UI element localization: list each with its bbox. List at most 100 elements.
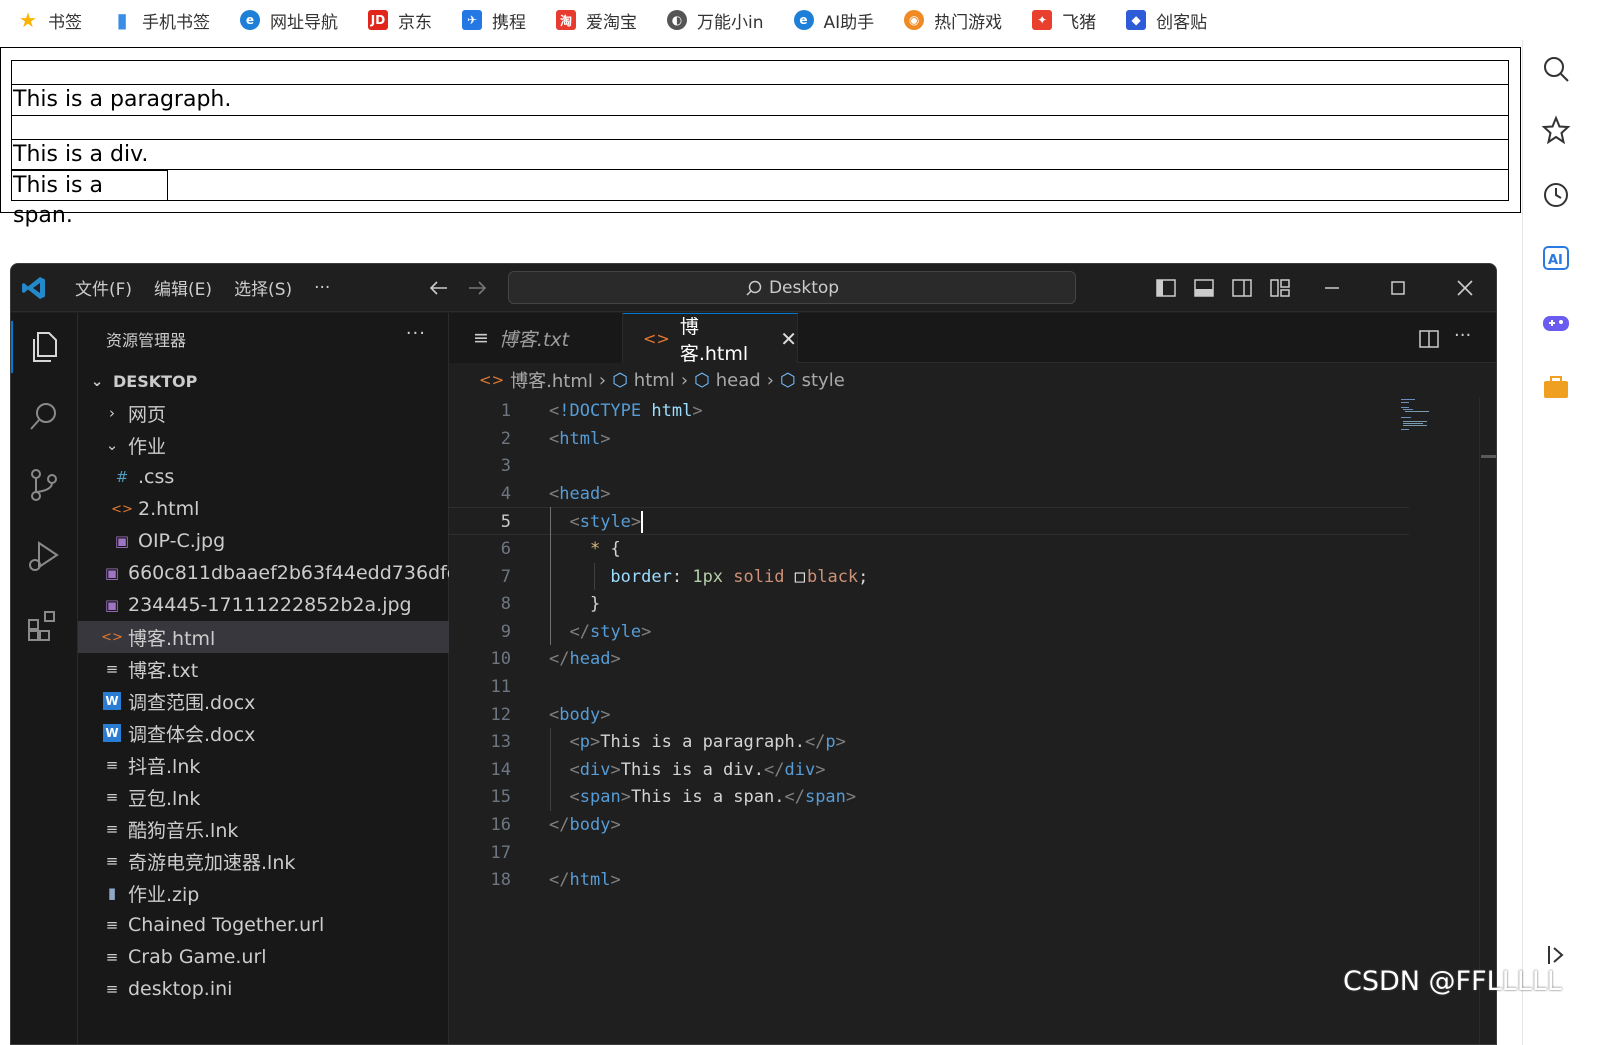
- menu-file[interactable]: 文件(F): [75, 275, 132, 300]
- tree-file[interactable]: ▣ OIP-C.jpg: [78, 525, 449, 557]
- tree-file[interactable]: ≡ Crab Game.url: [78, 941, 449, 973]
- bookmark-item[interactable]: ◆ 创客贴: [1126, 8, 1207, 33]
- tree-folder[interactable]: › 网页: [78, 397, 449, 429]
- search-icon[interactable]: [1541, 54, 1571, 84]
- history-clock-icon[interactable]: [1541, 180, 1571, 210]
- folder-root-desktop[interactable]: ⌄ DESKTOP: [78, 365, 449, 397]
- tree-file[interactable]: ▣ 660c811dbaaef2b63f44edd736dfc46...: [78, 557, 449, 589]
- toggle-panel-icon[interactable]: [1192, 276, 1216, 300]
- forward-arrow-icon[interactable]: [465, 276, 489, 300]
- tree-file[interactable]: W 调查体会.docx: [78, 717, 449, 749]
- word-file-icon: W: [103, 724, 121, 742]
- tree-file[interactable]: W 调查范围.docx: [78, 685, 449, 717]
- menu-selection[interactable]: 选择(S): [234, 275, 292, 300]
- tree-file[interactable]: ▮ 作业.zip: [78, 877, 449, 909]
- code-line: 17: [449, 839, 1409, 867]
- line-number: 4: [500, 483, 511, 504]
- tree-file[interactable]: <> 博客.html: [78, 621, 449, 653]
- search-icon[interactable]: [25, 398, 63, 436]
- menu-more[interactable]: ···: [314, 278, 330, 298]
- command-center-search[interactable]: Desktop: [508, 271, 1076, 304]
- menu-edit[interactable]: 编辑(E): [154, 275, 212, 300]
- code-token: div: [579, 759, 611, 780]
- bookmark-label: 网址导航: [270, 12, 338, 33]
- code-token: >: [845, 787, 857, 808]
- back-arrow-icon[interactable]: [427, 276, 451, 300]
- code-token: </: [804, 732, 826, 753]
- bookmark-item[interactable]: e AI助手: [793, 8, 874, 33]
- tab-blog-txt[interactable]: ≡ 博客.txt: [449, 313, 623, 363]
- extensions-icon[interactable]: [25, 607, 63, 645]
- tree-file[interactable]: ≡ desktop.ini: [78, 973, 449, 1005]
- tree-file[interactable]: ▣ 234445-17111222852b2a.jpg: [78, 589, 449, 621]
- code-token: <: [549, 428, 560, 449]
- source-control-icon[interactable]: [25, 466, 63, 504]
- tree-file[interactable]: ≡ 奇游电竞加速器.lnk: [78, 845, 449, 877]
- explorer-files-icon[interactable]: [25, 328, 63, 366]
- tab-close-icon[interactable]: ✕: [780, 327, 797, 351]
- tree-item-label: 豆包.lnk: [128, 787, 201, 810]
- code-token: <: [549, 401, 560, 421]
- bookmark-item[interactable]: ✈ 携程: [462, 8, 526, 33]
- tree-item-label: 660c811dbaaef2b63f44edd736dfc46...: [128, 562, 449, 584]
- favorites-star-icon[interactable]: [1541, 115, 1571, 145]
- toggle-secondary-sidebar-icon[interactable]: [1230, 276, 1254, 300]
- code-token: :: [671, 566, 693, 587]
- code-token: p: [579, 732, 590, 753]
- tree-item-label: 234445-17111222852b2a.jpg: [128, 594, 412, 616]
- scrollbar-thumb[interactable]: [1481, 455, 1496, 458]
- minimize-icon[interactable]: [1320, 276, 1344, 300]
- tab-label: 博客.txt: [498, 328, 570, 351]
- line-number: 14: [490, 759, 511, 780]
- code-token: >: [630, 512, 642, 533]
- editor-tabs: ≡ 博客.txt <> 博客.html ✕ ···: [449, 313, 1496, 365]
- explorer-more-actions[interactable]: ···: [406, 323, 426, 344]
- breadcrumb-item[interactable]: style: [802, 370, 845, 391]
- tab-blog-html[interactable]: <> 博客.html ✕: [623, 313, 798, 365]
- code-token: <: [569, 787, 580, 808]
- bookmark-item[interactable]: ✦ 飞猪: [1032, 8, 1096, 33]
- fliggy-icon: ✦: [1032, 10, 1053, 30]
- bookmark-item[interactable]: ▮ 手机书签: [112, 8, 210, 33]
- bookmark-item[interactable]: ◐ 万能小in: [667, 8, 764, 33]
- page-html-element: This is a paragraph. This is a div. This…: [0, 47, 1521, 228]
- gamepad-icon[interactable]: [1541, 308, 1571, 338]
- ai-icon[interactable]: AI: [1541, 243, 1571, 273]
- close-icon[interactable]: [1453, 276, 1477, 300]
- toggle-primary-sidebar-icon[interactable]: [1154, 276, 1178, 300]
- image-file-icon: ▣: [104, 564, 120, 582]
- bookmark-item[interactable]: 淘爱淘宝: [556, 8, 637, 33]
- tree-file[interactable]: ≡ Chained Together.url: [78, 909, 449, 941]
- editor-more-actions[interactable]: ···: [1454, 325, 1471, 346]
- code-content: </head>: [549, 645, 621, 673]
- tree-file[interactable]: ≡ 抖音.lnk: [78, 749, 449, 781]
- code-line: 5 <style>: [449, 507, 1409, 536]
- tree-file[interactable]: ≡ 博客.txt: [78, 653, 449, 685]
- bookmark-item[interactable]: JD 京东: [368, 8, 432, 33]
- tree-file[interactable]: ≡ 豆包.lnk: [78, 781, 449, 813]
- text-file-icon: ≡: [105, 820, 119, 838]
- bookmark-item[interactable]: e 网址导航: [240, 8, 338, 33]
- code-line: 12 <body>: [449, 701, 1409, 729]
- bookmark-item[interactable]: ★ 书签: [18, 8, 82, 33]
- toolbox-icon[interactable]: [1541, 372, 1571, 402]
- run-debug-icon[interactable]: [25, 537, 63, 575]
- breadcrumb-item[interactable]: html: [634, 370, 675, 391]
- text-cursor: [641, 511, 644, 534]
- bookmark-item[interactable]: ◉ 热门游戏: [904, 8, 1002, 33]
- minimap[interactable]: [1399, 397, 1439, 437]
- breadcrumb-item[interactable]: head: [716, 370, 761, 391]
- split-editor-icon[interactable]: [1418, 328, 1440, 350]
- browser-sidebar: AI: [1522, 40, 1619, 1045]
- editor-scrollbar[interactable]: [1479, 397, 1496, 1044]
- tree-file[interactable]: ≡ 酷狗音乐.lnk: [78, 813, 449, 845]
- customize-layout-icon[interactable]: [1268, 276, 1292, 300]
- tree-file[interactable]: # .css: [78, 461, 449, 493]
- tree-folder[interactable]: ⌄ 作业: [78, 429, 449, 461]
- bookmark-label: 书签: [48, 12, 82, 33]
- maximize-icon[interactable]: [1386, 276, 1410, 300]
- code-token: <: [549, 704, 560, 725]
- tree-file[interactable]: <> 2.html: [78, 493, 449, 525]
- breadcrumb-item[interactable]: 博客.html: [510, 367, 593, 393]
